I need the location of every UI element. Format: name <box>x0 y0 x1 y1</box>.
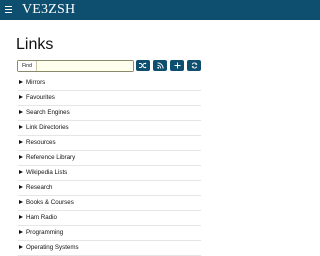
expand-caret-icon <box>19 80 23 84</box>
link-category-research[interactable]: Research <box>18 181 201 196</box>
expand-caret-icon <box>19 155 23 159</box>
link-category-label: Link Directories <box>26 124 69 131</box>
link-category-label: Ham Radio <box>26 214 57 221</box>
expand-caret-icon <box>19 95 23 99</box>
link-category-link-directories[interactable]: Link Directories <box>18 121 201 136</box>
expand-caret-icon <box>19 125 23 129</box>
expand-caret-icon <box>19 215 23 219</box>
page-title: Links <box>16 36 54 53</box>
link-category-label: Resources <box>26 139 56 146</box>
add-link-button[interactable] <box>170 60 184 71</box>
link-category-label: Favourites <box>26 94 55 101</box>
link-category-mirrors[interactable]: Mirrors <box>18 76 201 91</box>
hamburger-icon[interactable] <box>5 6 12 14</box>
shuffle-button[interactable] <box>136 60 150 71</box>
shuffle-icon <box>139 62 147 69</box>
link-category-ham-radio[interactable]: Ham Radio <box>18 211 201 226</box>
expand-caret-icon <box>19 185 23 189</box>
link-category-label: Programming <box>26 229 64 236</box>
link-category-label: Books & Courses <box>26 199 74 206</box>
link-category-books-courses[interactable]: Books & Courses <box>18 196 201 211</box>
link-category-favourites[interactable]: Favourites <box>18 91 201 106</box>
rss-icon <box>156 62 164 69</box>
link-category-label: Wikipedia Lists <box>26 169 68 176</box>
link-category-programming[interactable]: Programming <box>18 226 201 241</box>
link-category-label: Mirrors <box>26 79 46 86</box>
link-category-wikipedia-lists[interactable]: Wikipedia Lists <box>18 166 201 181</box>
refresh-button[interactable] <box>187 60 201 71</box>
links-list: Mirrors Favourites Search Engines Link D… <box>18 76 201 256</box>
expand-caret-icon <box>19 230 23 234</box>
refresh-icon <box>191 62 197 69</box>
link-category-label: Research <box>26 184 53 191</box>
expand-caret-icon <box>19 200 23 204</box>
find-input[interactable] <box>37 61 133 71</box>
top-navigation-bar: VE3ZSH <box>0 0 320 20</box>
link-category-label: Search Engines <box>26 109 70 116</box>
site-brand[interactable]: VE3ZSH <box>22 2 75 18</box>
expand-caret-icon <box>19 245 23 249</box>
expand-caret-icon <box>19 140 23 144</box>
link-category-search-engines[interactable]: Search Engines <box>18 106 201 121</box>
link-category-reference-library[interactable]: Reference Library <box>18 151 201 166</box>
link-category-label: Reference Library <box>26 154 76 161</box>
expand-caret-icon <box>19 170 23 174</box>
find-bar: Find <box>17 60 134 72</box>
rss-button[interactable] <box>153 60 167 71</box>
find-label: Find <box>18 61 37 71</box>
plus-icon <box>174 62 180 69</box>
expand-caret-icon <box>19 110 23 114</box>
link-category-resources[interactable]: Resources <box>18 136 201 151</box>
link-category-label: Operating Systems <box>26 244 79 251</box>
link-category-operating-systems[interactable]: Operating Systems <box>18 241 201 256</box>
